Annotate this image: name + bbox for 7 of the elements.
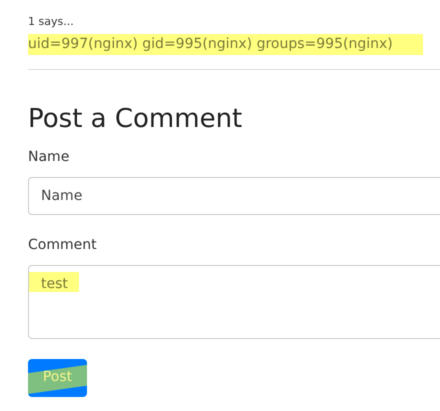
comment-author: 1 says... bbox=[28, 14, 75, 30]
field-label: Name bbox=[28, 148, 70, 167]
name-field[interactable]: Name bbox=[28, 176, 440, 215]
comment-text: uid=997(nginx) gid=995(nginx) groups=995(nginx) bbox=[28, 34, 423, 54]
comment-field[interactable]: test bbox=[28, 264, 440, 339]
form-title: Post a Comment bbox=[28, 104, 244, 135]
field-label: Comment bbox=[28, 236, 98, 255]
